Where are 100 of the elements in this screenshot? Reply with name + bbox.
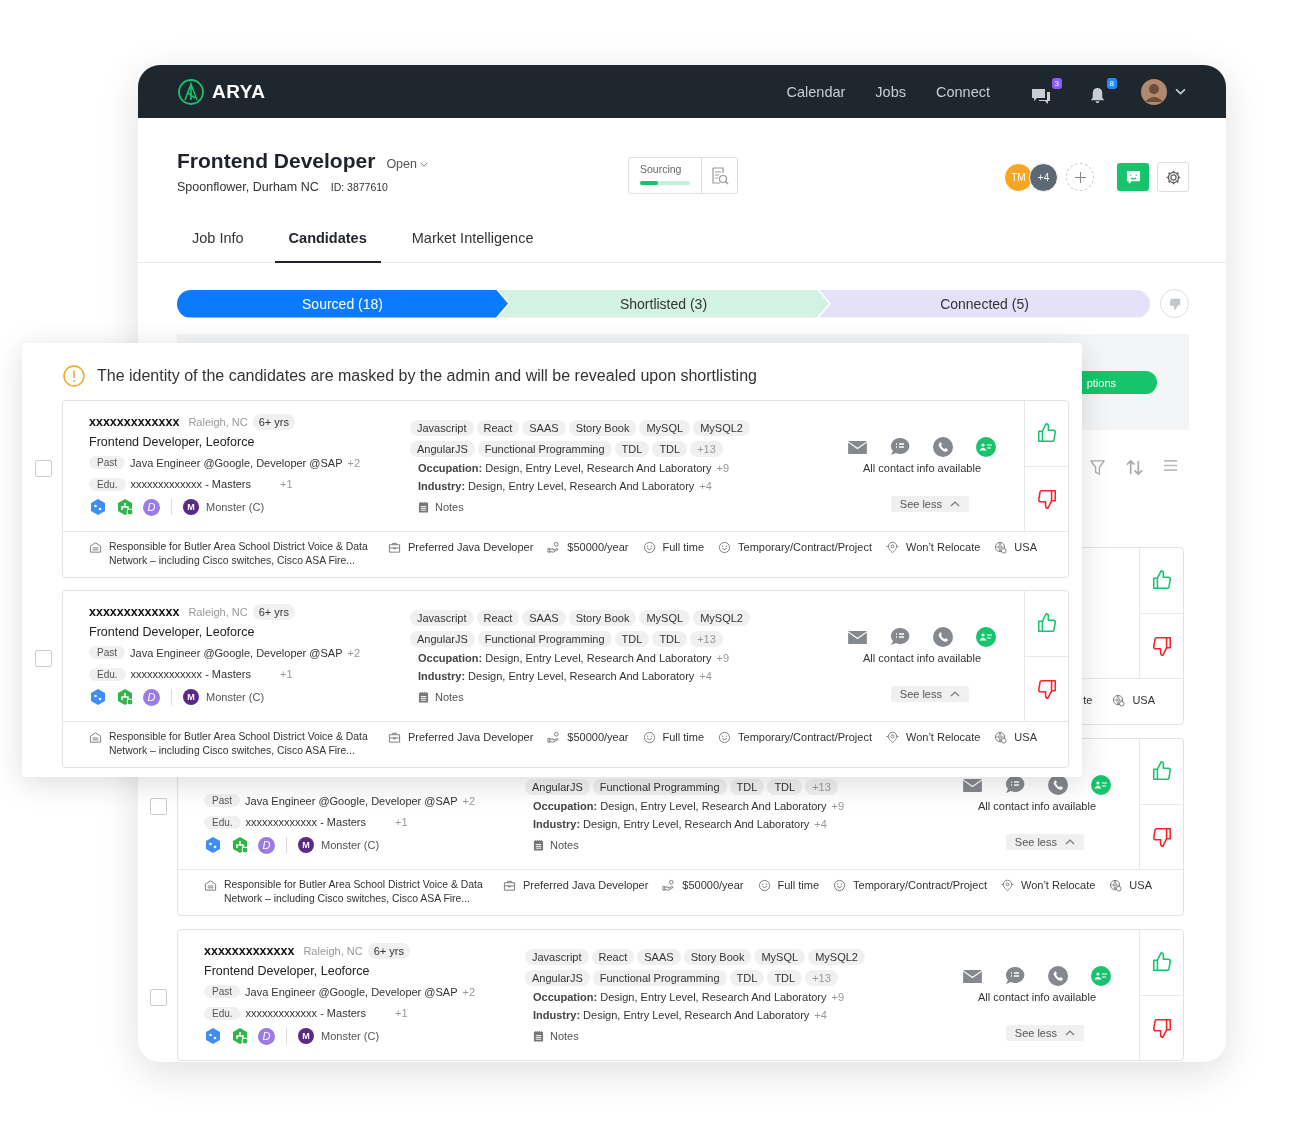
thumbs-up-icon bbox=[1035, 612, 1058, 635]
globe-icon bbox=[1112, 694, 1126, 707]
industry-line: Industry: Design, Entry Level, Research And Laboratory bbox=[418, 480, 695, 492]
candidate-detail: USA bbox=[1014, 730, 1037, 744]
education: xxxxxxxxxxxxx - Masters bbox=[130, 478, 251, 490]
mail-icon[interactable] bbox=[963, 777, 982, 793]
checkbox[interactable] bbox=[150, 989, 167, 1006]
filter-icon[interactable] bbox=[1089, 459, 1106, 476]
skill-tag: TDL bbox=[729, 778, 765, 795]
location-icon bbox=[885, 541, 899, 554]
contact-card-icon[interactable] bbox=[1091, 966, 1111, 986]
source-badge: D bbox=[258, 1027, 275, 1045]
smile-icon bbox=[642, 541, 656, 554]
caret-icon bbox=[950, 501, 960, 507]
notes-button[interactable]: Notes bbox=[533, 1030, 579, 1042]
sort-icon[interactable] bbox=[1125, 459, 1144, 476]
see-less-button[interactable]: See less bbox=[890, 686, 969, 702]
phone-icon[interactable] bbox=[933, 437, 953, 457]
pipeline-stage[interactable]: Connected (5) bbox=[819, 289, 1150, 318]
notes-icon bbox=[533, 839, 544, 851]
mail-icon[interactable] bbox=[963, 968, 982, 984]
contact-card-icon[interactable] bbox=[976, 627, 996, 647]
user-menu[interactable] bbox=[1141, 78, 1186, 105]
tab[interactable]: Market Intelligence bbox=[397, 215, 548, 263]
chat-icon[interactable] bbox=[890, 437, 910, 457]
contact-status: All contact info available bbox=[863, 652, 981, 664]
skill-tag: Story Book bbox=[683, 948, 752, 965]
pipeline-stage[interactable]: Shortlisted (3) bbox=[498, 289, 829, 318]
menu-icon[interactable] bbox=[1163, 459, 1178, 472]
pipeline-stage[interactable]: Sourced (18) bbox=[177, 289, 508, 318]
candidate-title: Frontend Developer, Leoforce bbox=[204, 964, 370, 978]
tab[interactable]: Candidates bbox=[274, 215, 381, 263]
candidate-title: Frontend Developer, Leoforce bbox=[89, 435, 255, 449]
education: xxxxxxxxxxxxx - Masters bbox=[130, 668, 251, 680]
skill-tag: SAAS bbox=[522, 419, 566, 436]
see-less-button[interactable]: See less bbox=[890, 496, 969, 512]
skill-tag: TDL bbox=[614, 440, 650, 457]
chat-icon[interactable] bbox=[890, 627, 910, 647]
checkbox[interactable] bbox=[35, 460, 52, 477]
checkbox[interactable] bbox=[150, 798, 167, 815]
settings-button[interactable] bbox=[1157, 162, 1189, 192]
phone-icon[interactable] bbox=[1048, 966, 1068, 986]
source-badge: D bbox=[143, 498, 160, 516]
smile-icon bbox=[718, 541, 732, 554]
nav-link[interactable]: Calendar bbox=[786, 83, 846, 100]
nav-link[interactable]: Jobs bbox=[875, 83, 906, 100]
candidate-detail: te bbox=[1083, 693, 1093, 707]
source-name: Monster (C) bbox=[321, 1030, 380, 1042]
source-badge: D bbox=[258, 836, 275, 854]
chat-icon[interactable] bbox=[1005, 966, 1025, 986]
caret-icon bbox=[1065, 839, 1075, 845]
skill-tag: AngularJS bbox=[525, 969, 590, 986]
job-location: Spoonflower, Durham NC bbox=[177, 180, 319, 194]
contact-card-icon[interactable] bbox=[1091, 775, 1111, 795]
candidate-detail: USA bbox=[1132, 693, 1155, 707]
tab[interactable]: Job Info bbox=[178, 215, 258, 263]
phone-icon[interactable] bbox=[933, 627, 953, 647]
candidate-detail: $50000/year bbox=[682, 878, 744, 892]
contact-card-icon[interactable] bbox=[976, 437, 996, 457]
chat-button[interactable] bbox=[1117, 163, 1149, 191]
skill-tag: TDL bbox=[767, 778, 803, 795]
settings-icon bbox=[1164, 168, 1182, 186]
checkbox[interactable] bbox=[35, 650, 52, 667]
contact-status: All contact info available bbox=[978, 991, 1096, 1003]
team-avatar[interactable]: +4 bbox=[1029, 162, 1058, 192]
source-logo: M bbox=[183, 499, 199, 515]
mail-icon[interactable] bbox=[848, 439, 867, 455]
notes-button[interactable]: Notes bbox=[418, 691, 464, 703]
messages-button[interactable]: 3 bbox=[1030, 77, 1062, 106]
building-icon bbox=[89, 731, 102, 744]
see-less-button[interactable]: See less bbox=[1005, 1025, 1084, 1041]
past-tag: Past bbox=[89, 456, 125, 469]
source-logo: M bbox=[298, 1028, 314, 1044]
thumbs-down-icon bbox=[1167, 296, 1182, 311]
skill-tag: Story Book bbox=[568, 609, 637, 626]
nav-link[interactable]: Connect bbox=[936, 83, 990, 100]
more-count: +2 bbox=[347, 456, 361, 469]
past-tag: Past bbox=[89, 646, 125, 659]
candidate-detail: $50000/year bbox=[567, 540, 629, 554]
notes-button[interactable]: Notes bbox=[533, 839, 579, 851]
count-badge: 8 bbox=[1106, 78, 1117, 89]
hand-coin-icon bbox=[547, 541, 561, 554]
more-count: +9 bbox=[831, 991, 844, 1003]
skill-tag: React bbox=[476, 419, 520, 436]
plus-icon bbox=[1074, 171, 1086, 183]
globe-icon bbox=[1109, 879, 1123, 892]
notes-button[interactable]: Notes bbox=[418, 501, 464, 513]
caret-icon bbox=[1175, 88, 1186, 95]
occupation-line: Occupation: Design, Entry Level, Research And Laboratory bbox=[533, 800, 827, 812]
status-dropdown[interactable]: Open bbox=[386, 157, 428, 171]
chat-icon[interactable] bbox=[1005, 775, 1025, 795]
skill-tag: Functional Programming bbox=[477, 440, 612, 457]
sourcing-label: Sourcing bbox=[640, 163, 683, 175]
hand-coin-icon bbox=[547, 731, 561, 744]
source-name: Monster (C) bbox=[206, 501, 265, 513]
mail-icon[interactable] bbox=[848, 629, 867, 645]
industry-line: Industry: Design, Entry Level, Research And Laboratory bbox=[418, 670, 695, 682]
skill-tag: SAAS bbox=[637, 948, 681, 965]
thumbs-down-icon bbox=[1150, 825, 1173, 848]
see-less-button[interactable]: See less bbox=[1005, 834, 1084, 850]
